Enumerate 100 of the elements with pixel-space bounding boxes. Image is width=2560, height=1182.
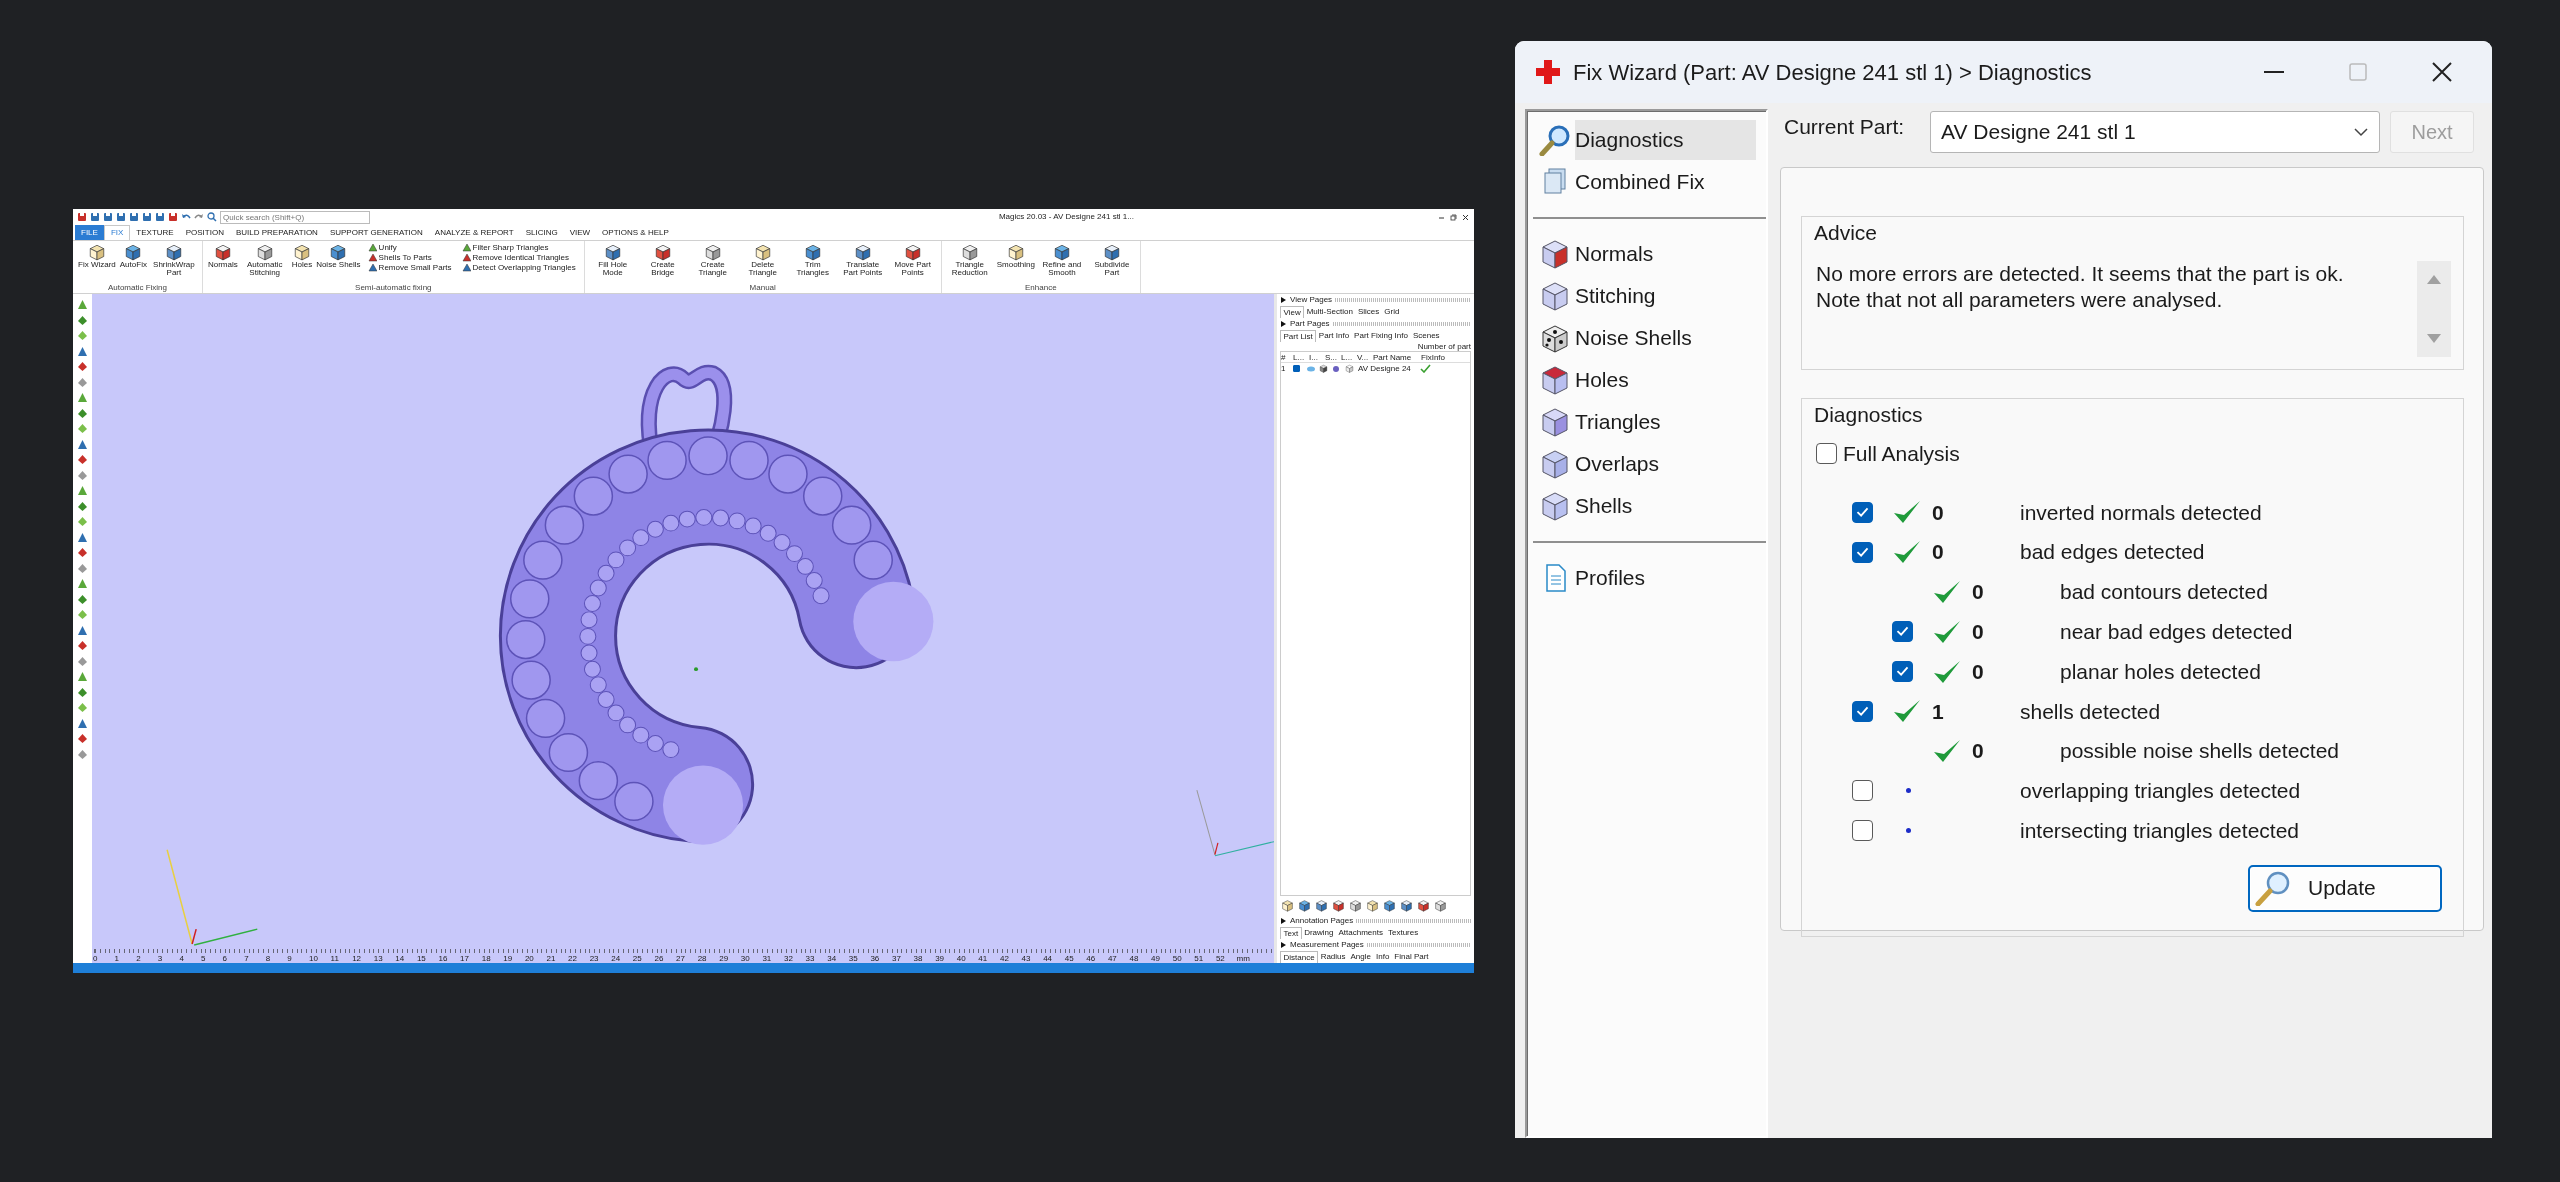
ribbon-button[interactable]: Filter Sharp Triangles bbox=[461, 243, 576, 253]
ribbon-button[interactable]: Remove Small Parts bbox=[367, 263, 452, 273]
search-icon[interactable] bbox=[207, 212, 217, 222]
panel-tab[interactable]: Part Fixing Info bbox=[1351, 330, 1411, 342]
ribbon-button[interactable]: Fill Hole Mode bbox=[588, 243, 637, 278]
ribbon-button[interactable]: Move Part Points bbox=[888, 243, 937, 278]
diamond-icon[interactable] bbox=[77, 314, 88, 326]
diamond-icon[interactable] bbox=[77, 500, 88, 512]
ribbon-button[interactable]: Automatic Stitching bbox=[240, 243, 289, 278]
panel-tab[interactable]: Radius bbox=[1318, 951, 1349, 963]
nav-item[interactable]: Stitching bbox=[1533, 275, 1756, 317]
diamond-icon[interactable] bbox=[77, 376, 88, 388]
update-button[interactable]: Update bbox=[2248, 864, 2442, 912]
checkbox[interactable] bbox=[1852, 820, 1873, 842]
checkbox[interactable] bbox=[1892, 661, 1913, 683]
diamond-icon[interactable] bbox=[77, 469, 88, 481]
column-header[interactable]: # bbox=[1281, 352, 1293, 362]
ribbon-tab[interactable]: POSITION bbox=[179, 225, 230, 240]
caret-icon[interactable] bbox=[1280, 917, 1287, 925]
column-header[interactable]: Part Name bbox=[1373, 352, 1421, 362]
panel-tab[interactable]: Drawing bbox=[1301, 927, 1336, 939]
triangle-icon[interactable] bbox=[77, 438, 88, 450]
restore-icon[interactable] bbox=[1449, 212, 1458, 222]
diamond-icon[interactable] bbox=[77, 361, 88, 372]
ribbon-tab[interactable]: OPTIONS & HELP bbox=[596, 225, 675, 240]
column-header[interactable]: L... bbox=[1341, 352, 1357, 362]
panel-tab[interactable]: Text bbox=[1280, 927, 1302, 939]
cube-icon[interactable] bbox=[1417, 899, 1430, 912]
panel-tab[interactable]: Angle bbox=[1348, 951, 1374, 963]
panel-tab[interactable]: Multi-Section bbox=[1304, 306, 1356, 318]
checkbox-label[interactable]: Full Analysis bbox=[1843, 438, 1960, 470]
close-icon[interactable] bbox=[2430, 60, 2454, 84]
grip-bar[interactable] bbox=[1356, 919, 1471, 923]
diamond-icon[interactable] bbox=[77, 733, 88, 744]
ribbon-tab[interactable]: ANALYZE & REPORT bbox=[428, 225, 520, 240]
triangle-icon[interactable] bbox=[77, 299, 88, 310]
column-header[interactable]: FixInfo bbox=[1421, 352, 1453, 362]
ribbon-button[interactable]: Create Triangle bbox=[688, 243, 737, 278]
ribbon-button[interactable]: AutoFix bbox=[118, 243, 148, 270]
panel-tab[interactable]: Info bbox=[1373, 951, 1392, 963]
search-field[interactable]: Quick search (Shift+Q) bbox=[220, 210, 370, 224]
ribbon-button[interactable]: Subdivide Part bbox=[1087, 243, 1136, 278]
viewport[interactable]: 0 1 2 3 4 5 6 7 8 9 10 11 12 13 14 15 16 17 18 19 20 21 22 23 24 25 26 27 28 29 30 31 32 33 34 35 36 37 38 39 40 41 42 43 44 45 46 47 48 49 50 51 52 mm bbox=[92, 294, 1274, 963]
triangle-icon[interactable] bbox=[77, 717, 88, 729]
column-header[interactable]: V... bbox=[1357, 352, 1373, 362]
triangle-icon[interactable] bbox=[77, 624, 88, 636]
grip-bar[interactable] bbox=[1335, 298, 1471, 302]
ribbon-tab[interactable]: BUILD PREPARATION bbox=[229, 225, 324, 240]
triangle-icon[interactable] bbox=[77, 531, 88, 543]
part-select[interactable]: AV Designe 241 stl 1 bbox=[1930, 111, 2380, 153]
nav-item[interactable]: Triangles bbox=[1533, 401, 1756, 443]
diamond-icon[interactable] bbox=[77, 655, 88, 667]
column-header[interactable]: S... bbox=[1325, 352, 1341, 362]
ribbon-tab[interactable]: SUPPORT GENERATION bbox=[323, 225, 429, 240]
nav-item[interactable]: Noise Shells bbox=[1533, 317, 1756, 359]
ribbon-button[interactable]: Noise Shells bbox=[315, 243, 362, 270]
cube-icon[interactable] bbox=[1434, 899, 1447, 912]
diamond-icon[interactable] bbox=[77, 593, 88, 605]
nav-item[interactable]: Shells bbox=[1533, 485, 1756, 527]
panel-tab[interactable]: Textures bbox=[1385, 927, 1421, 939]
column-header[interactable]: L... bbox=[1293, 352, 1309, 362]
triangle-icon[interactable] bbox=[77, 485, 88, 496]
checkbox[interactable] bbox=[1852, 541, 1873, 563]
checkbox[interactable] bbox=[1852, 780, 1873, 802]
cube-icon[interactable] bbox=[1315, 899, 1328, 912]
diamond-icon[interactable] bbox=[77, 454, 88, 465]
diamond-icon[interactable] bbox=[77, 686, 88, 698]
panel-tab[interactable]: Part List bbox=[1280, 330, 1317, 342]
nav-item[interactable]: Combined Fix bbox=[1533, 161, 1756, 203]
grip-bar[interactable] bbox=[1332, 322, 1471, 326]
panel-tab[interactable]: Grid bbox=[1381, 306, 1402, 318]
panel-tab[interactable]: Slices bbox=[1355, 306, 1382, 318]
panel-tab[interactable]: Distance bbox=[1280, 951, 1319, 963]
checkbox[interactable] bbox=[1816, 443, 1837, 465]
ribbon-button[interactable]: Trim Triangles bbox=[788, 243, 837, 278]
ribbon-tab[interactable]: SLICING bbox=[519, 225, 564, 240]
panel-tab[interactable]: Final Part bbox=[1391, 951, 1432, 963]
diamond-icon[interactable] bbox=[77, 748, 88, 760]
caret-icon[interactable] bbox=[1280, 296, 1287, 304]
diamond-icon[interactable] bbox=[77, 562, 88, 574]
file-menu-button[interactable]: FILE bbox=[75, 225, 104, 240]
ribbon-button[interactable]: Shells To Parts bbox=[367, 253, 452, 263]
checkbox[interactable] bbox=[1852, 501, 1873, 523]
ribbon-button[interactable]: Detect Overlapping Triangles bbox=[461, 263, 576, 273]
triangle-icon[interactable] bbox=[77, 345, 88, 357]
caret-icon[interactable] bbox=[1280, 320, 1287, 328]
ribbon-button[interactable]: Holes bbox=[290, 243, 314, 270]
triangle-icon[interactable] bbox=[77, 392, 88, 403]
cube-icon[interactable] bbox=[1332, 899, 1345, 912]
panel-tab[interactable]: Scenes bbox=[1410, 330, 1443, 342]
cube-icon[interactable] bbox=[1366, 899, 1379, 912]
grip-bar[interactable] bbox=[1366, 943, 1471, 947]
row-checkbox[interactable] bbox=[1293, 365, 1300, 373]
triangle-icon[interactable] bbox=[77, 578, 88, 589]
checkbox[interactable] bbox=[1852, 700, 1873, 722]
close-icon[interactable] bbox=[1461, 212, 1470, 222]
column-header[interactable]: I... bbox=[1309, 352, 1325, 362]
nav-item[interactable]: Holes bbox=[1533, 359, 1756, 401]
cube-icon[interactable] bbox=[1349, 899, 1362, 912]
ribbon-button[interactable]: Unify bbox=[367, 243, 452, 253]
